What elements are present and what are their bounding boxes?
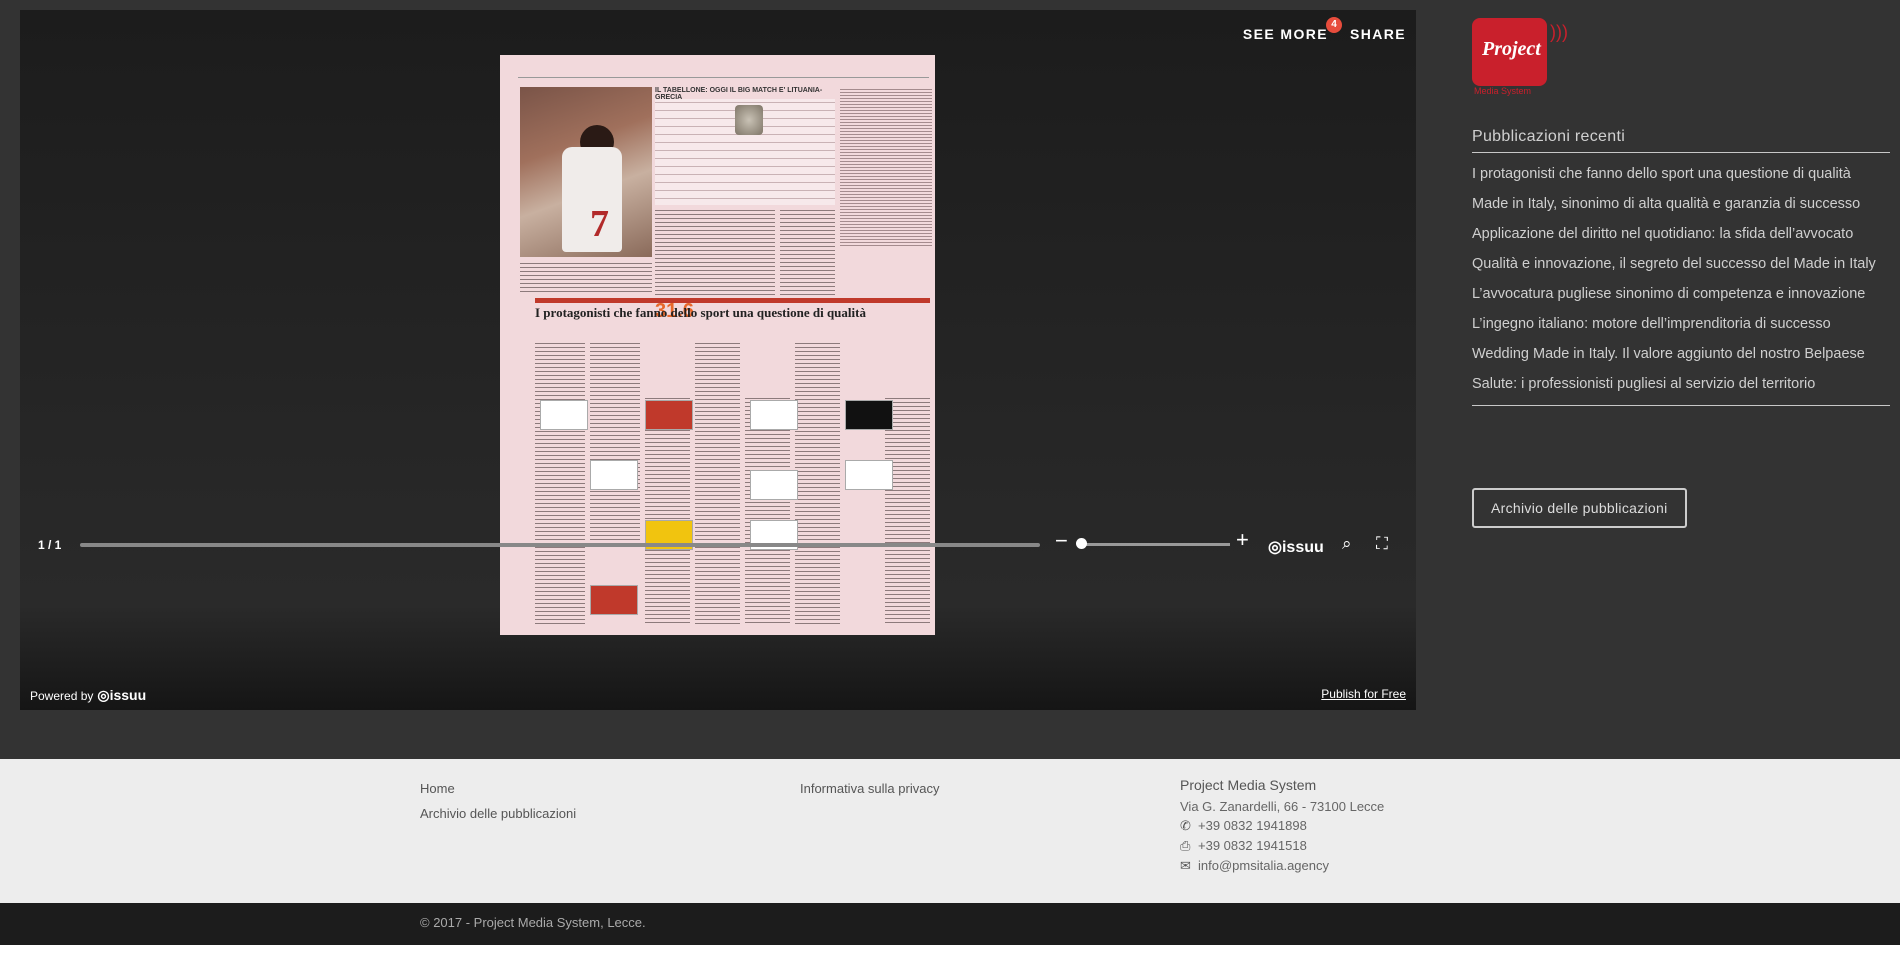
envelope-icon: ✉ bbox=[1180, 858, 1191, 873]
recent-publication-link[interactable]: Wedding Made in Italy. Il valore aggiunt… bbox=[1472, 339, 1890, 369]
zoom-in-button[interactable]: + bbox=[1236, 529, 1249, 551]
publish-link[interactable]: Publish for Free bbox=[1321, 687, 1406, 701]
logo-subtext: Media System bbox=[1474, 86, 1532, 96]
fax-number: +39 0832 1941518 bbox=[1198, 838, 1307, 853]
footer-link-home[interactable]: Home bbox=[420, 781, 576, 796]
phone-line: ✆ +39 0832 1941898 bbox=[1180, 818, 1384, 834]
recent-publication-link[interactable]: Applicazione del diritto nel quotidiano:… bbox=[1472, 219, 1890, 249]
document-headline: I protagonisti che fanno dello sport una… bbox=[535, 305, 866, 320]
share-button[interactable]: SHARE bbox=[1350, 26, 1406, 42]
article-text-block bbox=[795, 340, 840, 625]
article-text-block bbox=[590, 340, 640, 540]
fax-line: ⎙ +39 0832 1941518 bbox=[1180, 838, 1384, 854]
zoom-icon[interactable]: ⌕ bbox=[1342, 534, 1352, 554]
see-more-badge: 4 bbox=[1325, 17, 1342, 33]
archive-button[interactable]: Archivio delle pubblicazioni bbox=[1472, 488, 1687, 528]
fullscreen-icon[interactable]: ⛶ bbox=[1376, 534, 1388, 554]
footer-links-col2: Informativa sulla privacy bbox=[800, 781, 939, 806]
footer-contact: Project Media System Via G. Zanardelli, … bbox=[1180, 777, 1384, 878]
logo-text: Project bbox=[1482, 38, 1541, 60]
sponsor-logo bbox=[845, 400, 893, 430]
basketball-photo: 7 bbox=[520, 87, 652, 257]
email-line: ✉ info@pmsitalia.agency bbox=[1180, 858, 1384, 874]
recent-publication-link[interactable]: L’avvocatura pugliese sinonimo di compet… bbox=[1472, 279, 1890, 309]
powered-by[interactable]: Powered by ◎issuu bbox=[30, 687, 146, 704]
sponsor-logo bbox=[845, 460, 893, 490]
company-logo[interactable]: Project ))) Media System bbox=[1472, 18, 1582, 98]
viewer-controls: 1 / 1 − + ◎issuu ⌕ ⛶ bbox=[20, 529, 1416, 560]
issuu-logo[interactable]: ◎issuu bbox=[1268, 537, 1324, 557]
article-text-block bbox=[780, 207, 835, 295]
page-bottom-strip bbox=[0, 945, 1900, 975]
email-link[interactable]: info@pmsitalia.agency bbox=[1198, 858, 1329, 873]
sponsor-logo bbox=[750, 470, 798, 500]
recent-publication-link[interactable]: I protagonisti che fanno dello sport una… bbox=[1472, 159, 1890, 189]
zoom-slider-handle[interactable] bbox=[1076, 538, 1087, 549]
bracket-title: IL TABELLONE: OGGI IL BIG MATCH E' LITUA… bbox=[655, 87, 835, 101]
recent-publication-link[interactable]: Made in Italy, sinonimo di alta qualità … bbox=[1472, 189, 1890, 219]
section-red-bar bbox=[535, 298, 930, 303]
see-more-button[interactable]: SEE MORE 4 bbox=[1243, 17, 1342, 42]
trophy-image bbox=[735, 105, 763, 135]
zoom-out-button[interactable]: − bbox=[1055, 530, 1068, 552]
recent-publication-link[interactable]: Salute: i professionisti pugliesi al ser… bbox=[1472, 369, 1890, 399]
issuu-viewer: SEE MORE 4 SHARE 7 IL TABELLONE: OGGI IL … bbox=[20, 10, 1416, 710]
fax-icon: ⎙ bbox=[1180, 838, 1191, 853]
copyright-bar: © 2017 - Project Media System, Lecce. bbox=[0, 903, 1900, 945]
recent-publications-list: I protagonisti che fanno dello sport una… bbox=[1472, 153, 1890, 406]
recent-publication-link[interactable]: Qualità e innovazione, il segreto del su… bbox=[1472, 249, 1890, 279]
company-name: Project Media System bbox=[1180, 777, 1317, 793]
article-column-right bbox=[840, 87, 932, 247]
sidebar: Project ))) Media System Pubblicazioni r… bbox=[1472, 18, 1890, 528]
copyright-text: © 2017 - Project Media System, Lecce. bbox=[420, 915, 646, 930]
phone-number: +39 0832 1941898 bbox=[1198, 818, 1307, 833]
footer-link-archive[interactable]: Archivio delle pubblicazioni bbox=[420, 806, 576, 821]
page-indicator: 1 / 1 bbox=[38, 538, 62, 552]
footer: Home Archivio delle pubblicazioni Inform… bbox=[0, 759, 1900, 903]
recent-publication-link[interactable]: L’ingegno italiano: motore dell’imprendi… bbox=[1472, 309, 1890, 339]
article-text-block bbox=[520, 260, 652, 295]
sponsor-logo bbox=[750, 400, 798, 430]
company-address: Via G. Zanardelli, 66 - 73100 Lecce bbox=[1180, 799, 1385, 814]
page-header-rule bbox=[518, 73, 929, 78]
footer-links-col1: Home Archivio delle pubblicazioni bbox=[420, 781, 576, 831]
page-progress-slider[interactable] bbox=[80, 543, 1040, 547]
recent-publications-title: Pubblicazioni recenti bbox=[1472, 128, 1890, 153]
signal-waves-icon: ))) bbox=[1550, 22, 1568, 42]
sponsor-logo bbox=[645, 400, 693, 430]
footer-link-privacy[interactable]: Informativa sulla privacy bbox=[800, 781, 939, 796]
viewer-top-actions: SEE MORE 4 SHARE bbox=[1243, 17, 1406, 42]
sponsor-logo bbox=[590, 585, 638, 615]
article-text-block bbox=[655, 207, 775, 295]
zoom-slider[interactable] bbox=[1080, 543, 1230, 546]
sponsor-logo bbox=[590, 460, 638, 490]
article-text-block bbox=[695, 340, 740, 625]
article-text-block bbox=[535, 340, 585, 625]
phone-icon: ✆ bbox=[1180, 818, 1191, 833]
sponsor-logo bbox=[540, 400, 588, 430]
jersey-number: 7 bbox=[590, 203, 609, 245]
